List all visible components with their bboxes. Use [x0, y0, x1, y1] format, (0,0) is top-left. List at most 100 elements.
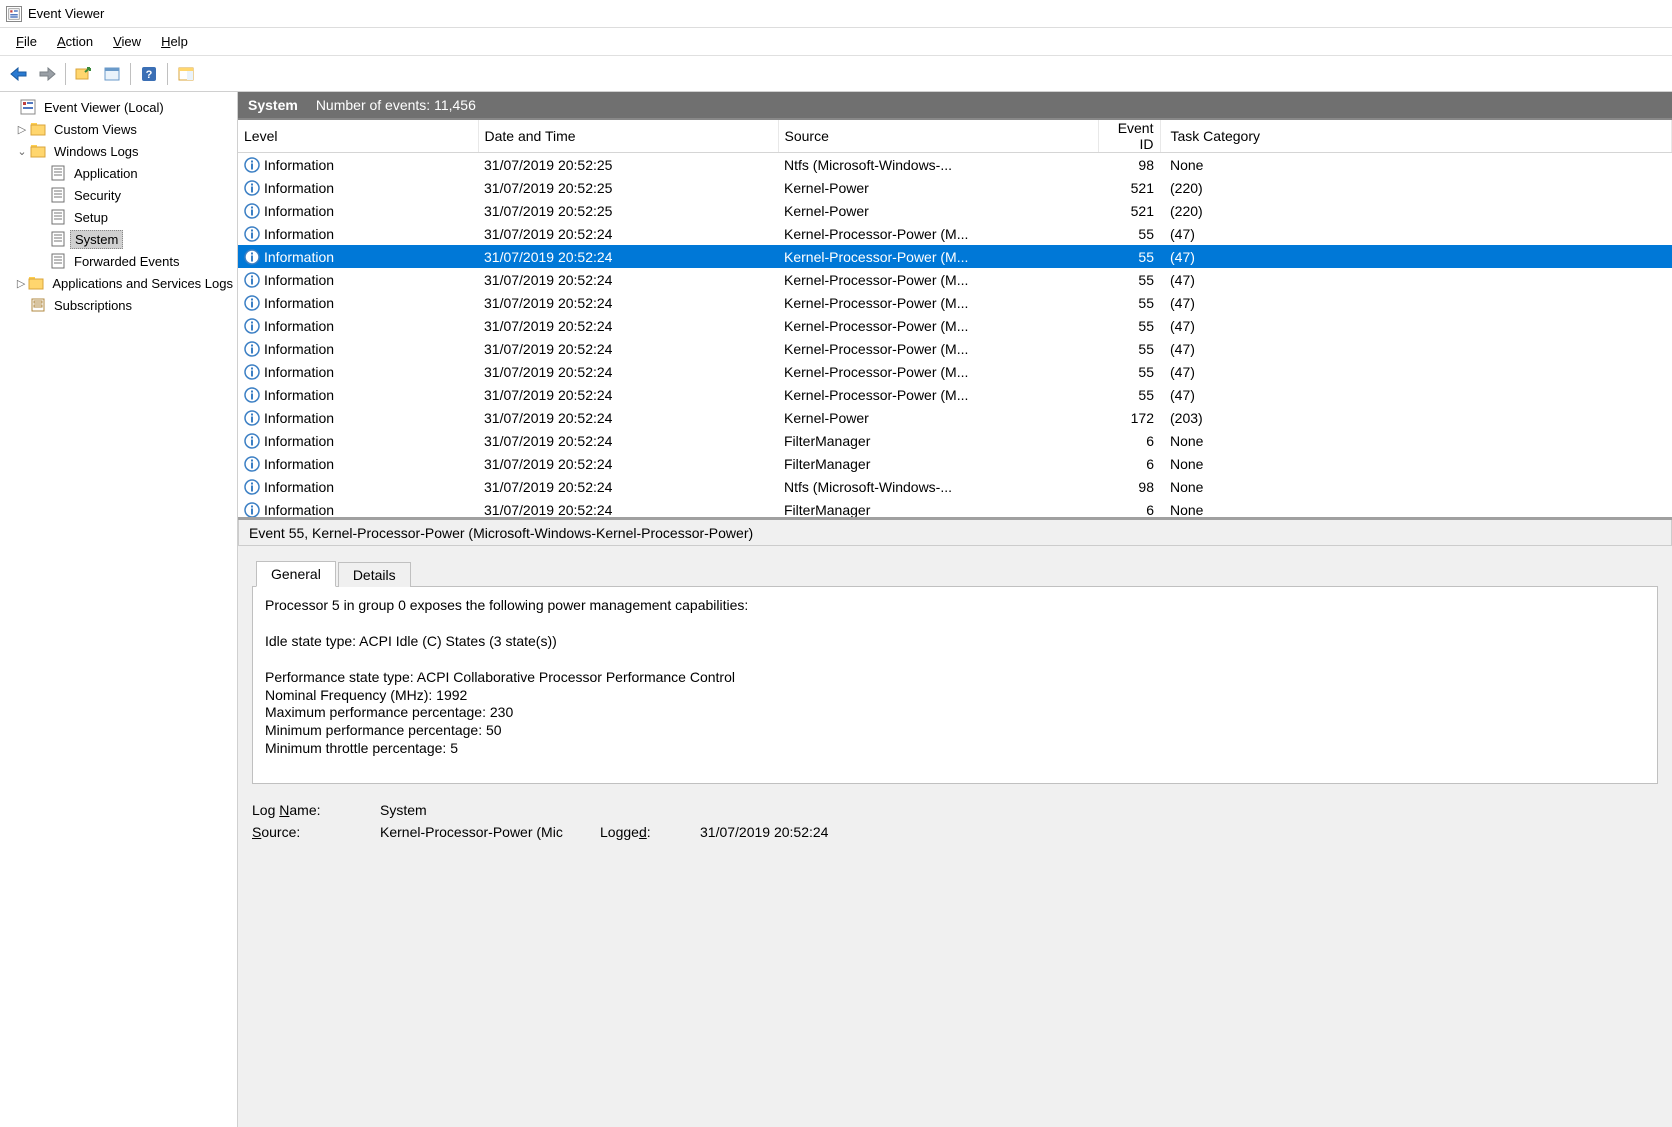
- date-text: 31/07/2019 20:52:25: [478, 153, 778, 176]
- eventid-text: 6: [1098, 498, 1160, 520]
- level-text: Information: [264, 364, 334, 380]
- tree-forwarded-events[interactable]: Forwarded Events: [0, 250, 237, 272]
- date-text: 31/07/2019 20:52:24: [478, 360, 778, 383]
- show-hide-tree-button[interactable]: [71, 61, 97, 87]
- table-row[interactable]: Information31/07/2019 20:52:24FilterMana…: [238, 498, 1672, 520]
- eventid-text: 521: [1098, 176, 1160, 199]
- task-text: (47): [1160, 222, 1672, 245]
- expander-icon[interactable]: ▷: [16, 277, 26, 290]
- event-table: Level Date and Time Source Event ID Task…: [238, 120, 1672, 520]
- show-hide-actions-button[interactable]: [173, 61, 199, 87]
- tree-root[interactable]: Event Viewer (Local): [0, 96, 237, 118]
- column-date[interactable]: Date and Time: [478, 120, 778, 153]
- section-header: System Number of events: 11,456: [238, 92, 1672, 120]
- tree-custom-views[interactable]: ▷ Custom Views: [0, 118, 237, 140]
- tree-label: Application: [70, 165, 142, 182]
- table-row[interactable]: Information31/07/2019 20:52:25Kernel-Pow…: [238, 176, 1672, 199]
- task-text: None: [1160, 452, 1672, 475]
- tab-general[interactable]: General: [256, 561, 336, 587]
- column-task[interactable]: Task Category: [1160, 120, 1672, 153]
- information-icon: [244, 295, 260, 311]
- eventid-text: 55: [1098, 222, 1160, 245]
- date-text: 31/07/2019 20:52:24: [478, 222, 778, 245]
- tree-subscriptions[interactable]: Subscriptions: [0, 294, 237, 316]
- tab-details[interactable]: Details: [338, 562, 411, 587]
- level-text: Information: [264, 203, 334, 219]
- column-eventid[interactable]: Event ID: [1098, 120, 1160, 153]
- tree-pane: Event Viewer (Local) ▷ Custom Views ⌄ Wi…: [0, 92, 238, 1127]
- table-row[interactable]: Information 31/07/2019 20:52:24Kernel-Pro…: [238, 222, 1672, 245]
- date-text: 31/07/2019 20:52:24: [478, 268, 778, 291]
- task-text: (220): [1160, 199, 1672, 222]
- menubar: File Action View Help: [0, 28, 1672, 56]
- table-row[interactable]: Information31/07/2019 20:52:25Ntfs (Micr…: [238, 153, 1672, 176]
- tree-security[interactable]: Security: [0, 184, 237, 206]
- eventid-text: 55: [1098, 245, 1160, 268]
- table-row[interactable]: Information31/07/2019 20:52:24Kernel-Pro…: [238, 337, 1672, 360]
- date-text: 31/07/2019 20:52:24: [478, 314, 778, 337]
- menu-file[interactable]: File: [8, 31, 45, 52]
- detail-pane: Event 55, Kernel-Processor-Power (Micros…: [238, 520, 1672, 1127]
- properties-button[interactable]: [99, 61, 125, 87]
- task-text: (47): [1160, 337, 1672, 360]
- back-button[interactable]: [6, 61, 32, 87]
- table-row[interactable]: Information31/07/2019 20:52:24Kernel-Pro…: [238, 245, 1672, 268]
- level-text: Information: [264, 272, 334, 288]
- column-level[interactable]: Level: [238, 120, 478, 153]
- tree-label: Custom Views: [50, 121, 141, 138]
- eventid-text: 6: [1098, 452, 1160, 475]
- section-count: Number of events: 11,456: [316, 97, 476, 113]
- eventid-text: 55: [1098, 360, 1160, 383]
- table-row[interactable]: Information 31/07/2019 20:52:24Kernel-Pro…: [238, 268, 1672, 291]
- menu-action[interactable]: Action: [49, 31, 101, 52]
- tree-windows-logs[interactable]: ⌄ Windows Logs: [0, 140, 237, 162]
- toolbar: ?: [0, 56, 1672, 92]
- table-row[interactable]: Information31/07/2019 20:52:24Kernel-Pow…: [238, 406, 1672, 429]
- eventid-text: 55: [1098, 383, 1160, 406]
- information-icon: [244, 180, 260, 196]
- event-message: Processor 5 in group 0 exposes the follo…: [252, 586, 1658, 784]
- titlebar: Event Viewer: [0, 0, 1672, 28]
- column-source[interactable]: Source: [778, 120, 1098, 153]
- expander-icon[interactable]: ▷: [16, 123, 28, 136]
- task-text: (203): [1160, 406, 1672, 429]
- help-button[interactable]: ?: [136, 61, 162, 87]
- source-text: Kernel-Processor-Power (M...: [778, 222, 1098, 245]
- menu-view[interactable]: View: [105, 31, 149, 52]
- source-text: Kernel-Processor-Power (M...: [778, 268, 1098, 291]
- source-label: Source:: [252, 824, 380, 840]
- table-row[interactable]: Information31/07/2019 20:52:24Ntfs (Micr…: [238, 475, 1672, 498]
- tree-system[interactable]: System: [0, 228, 237, 250]
- information-icon: [244, 364, 260, 380]
- table-row[interactable]: Information31/07/2019 20:52:24FilterMana…: [238, 429, 1672, 452]
- tree-apps-services[interactable]: ▷ Applications and Services Logs: [0, 272, 237, 294]
- tree-setup[interactable]: Setup: [0, 206, 237, 228]
- table-row[interactable]: Information31/07/2019 20:52:25Kernel-Pow…: [238, 199, 1672, 222]
- date-text: 31/07/2019 20:52:24: [478, 406, 778, 429]
- table-row[interactable]: Information31/07/2019 20:52:24Kernel-Pro…: [238, 291, 1672, 314]
- table-row[interactable]: Information31/07/2019 20:52:24Kernel-Pro…: [238, 383, 1672, 406]
- level-text: Information: [264, 479, 334, 495]
- eventid-text: 172: [1098, 406, 1160, 429]
- eventid-text: 55: [1098, 291, 1160, 314]
- task-text: (47): [1160, 383, 1672, 406]
- table-row[interactable]: Information31/07/2019 20:52:24Kernel-Pro…: [238, 360, 1672, 383]
- tree-label: System: [70, 230, 123, 249]
- task-text: (47): [1160, 314, 1672, 337]
- forward-button[interactable]: [34, 61, 60, 87]
- task-text: None: [1160, 153, 1672, 176]
- level-text: Information: [264, 410, 334, 426]
- task-text: (47): [1160, 360, 1672, 383]
- expander-icon[interactable]: ⌄: [16, 145, 28, 158]
- tree-application[interactable]: Application: [0, 162, 237, 184]
- table-row[interactable]: Information31/07/2019 20:52:24FilterMana…: [238, 452, 1672, 475]
- table-row[interactable]: Information31/07/2019 20:52:24Kernel-Pro…: [238, 314, 1672, 337]
- level-text: Information: [264, 341, 334, 357]
- information-icon: [244, 479, 260, 495]
- toolbar-separator: [167, 63, 168, 85]
- log-name-label: Log Name:: [252, 802, 380, 818]
- level-text: Information: [264, 226, 334, 242]
- tree-label: Applications and Services Logs: [48, 275, 237, 292]
- folder-icon: [28, 275, 44, 291]
- menu-help[interactable]: Help: [153, 31, 196, 52]
